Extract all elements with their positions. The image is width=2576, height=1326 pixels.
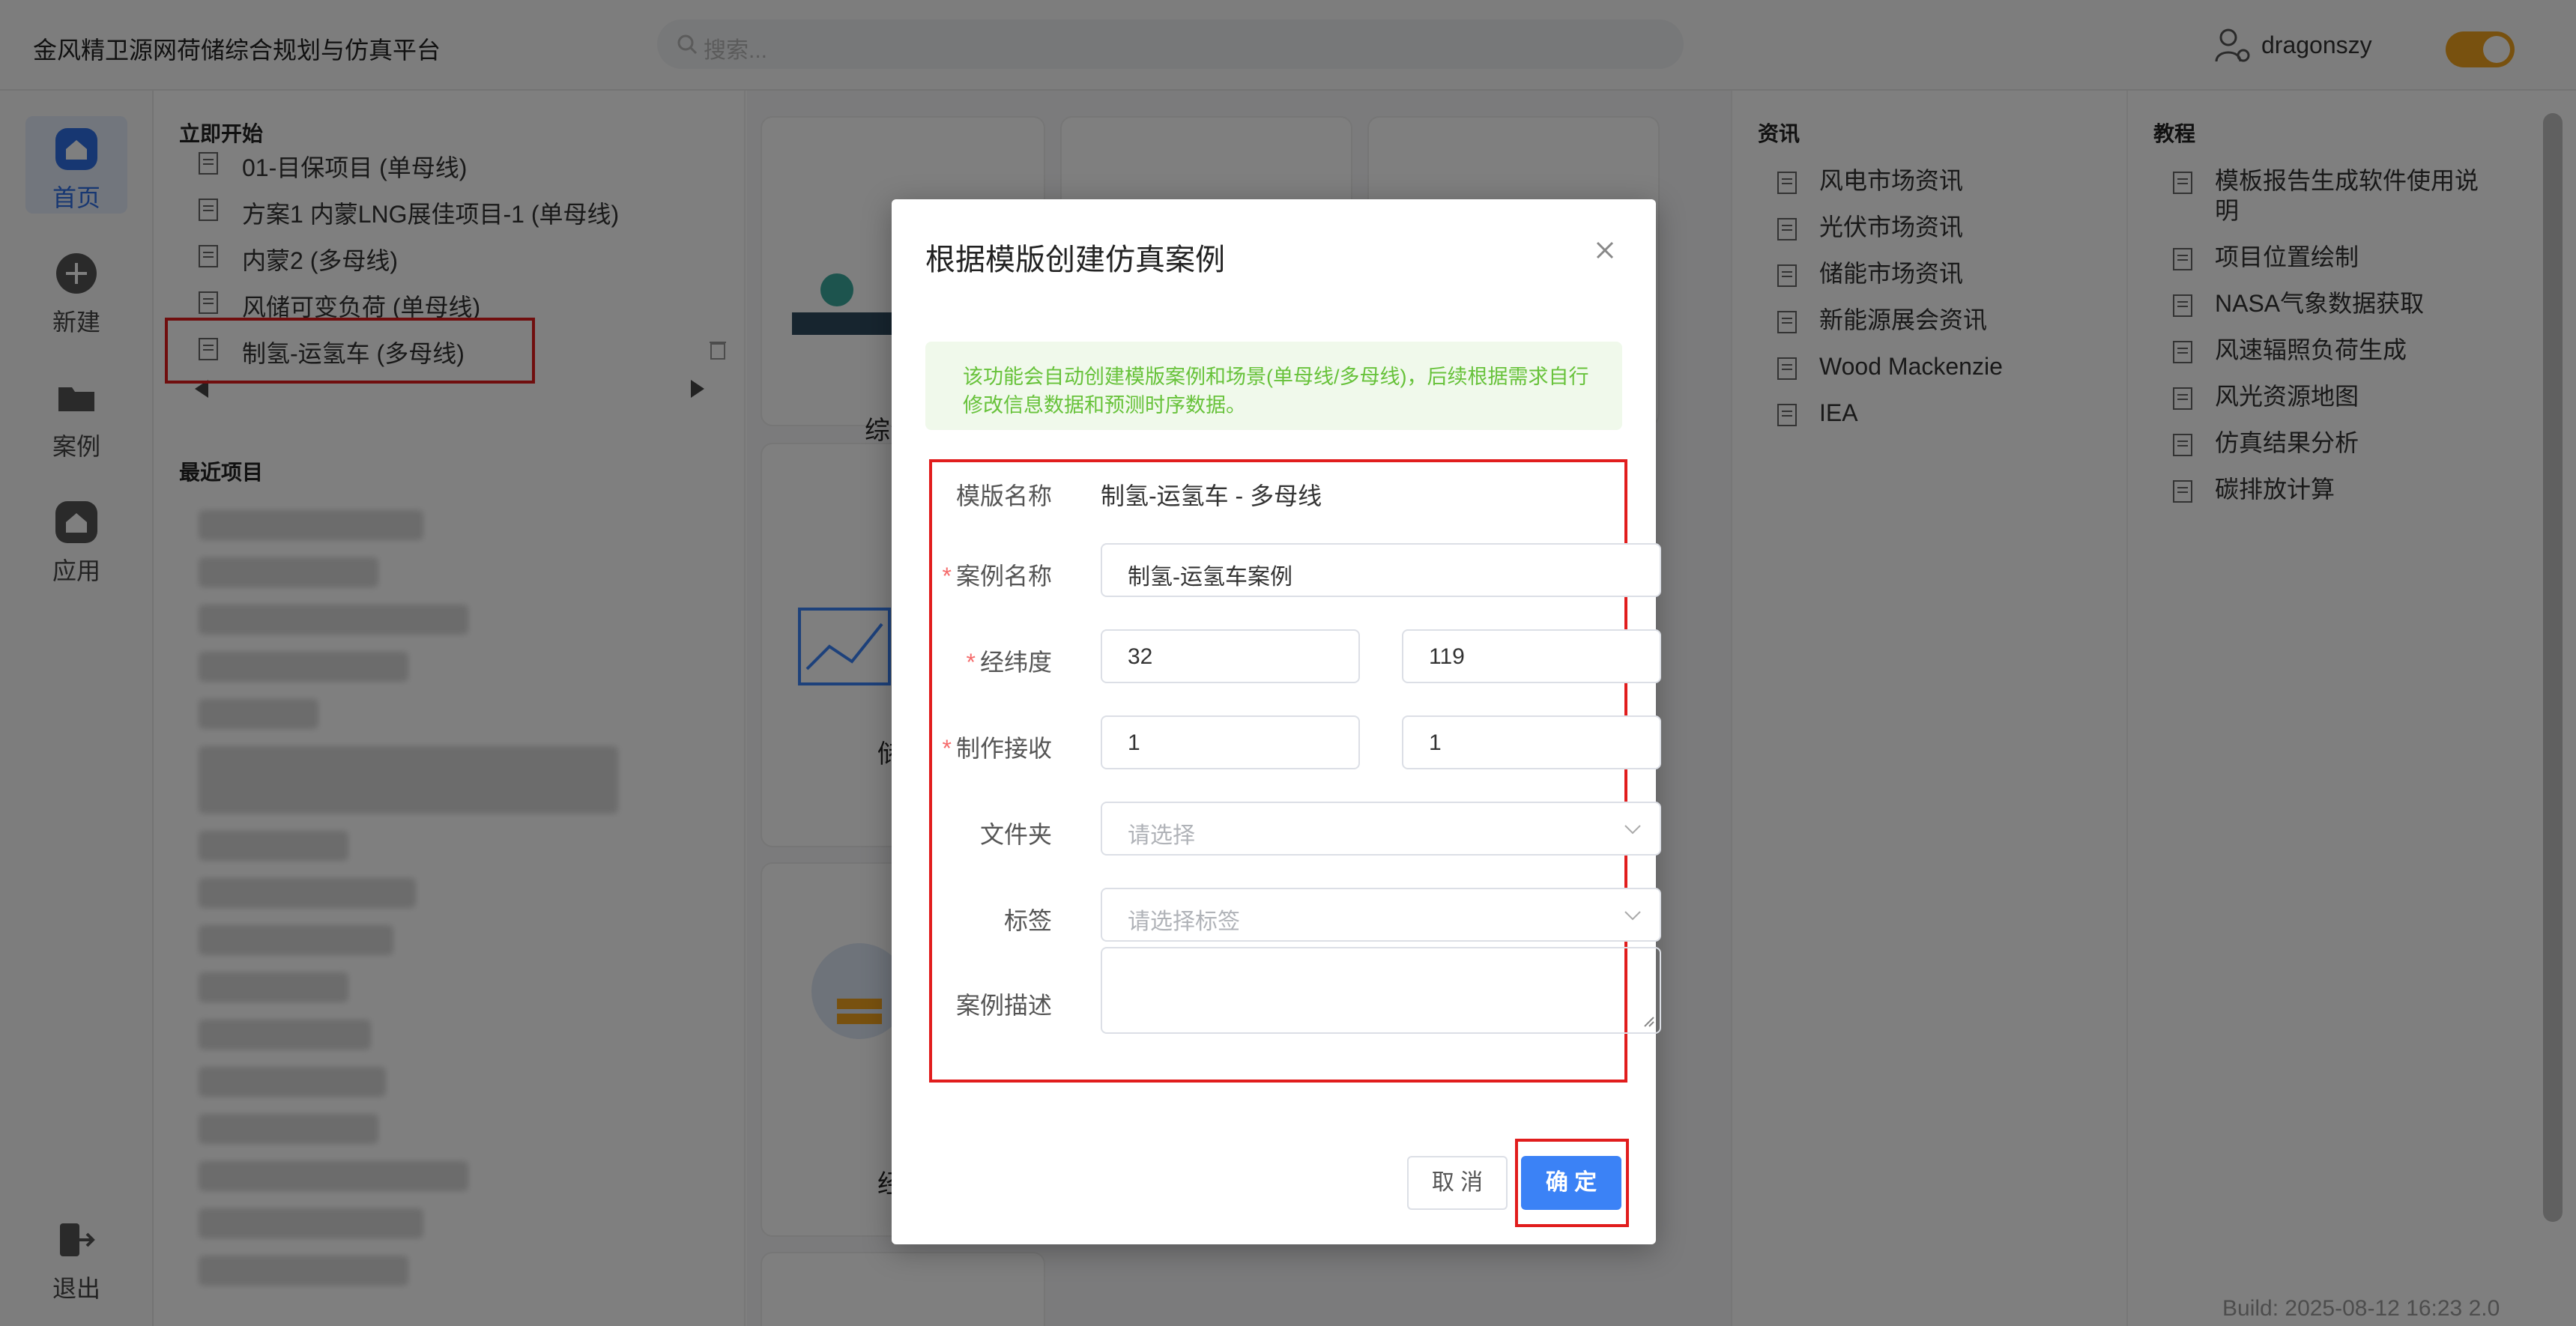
annotation-highlight — [1515, 1139, 1629, 1227]
chevron-down-icon — [1624, 825, 1641, 835]
create-case-dialog: 根据模版创建仿真案例 该功能会自动创建模版案例和场景(单母线/多母线)，后续根据… — [892, 199, 1661, 1244]
recv-a-input[interactable]: 1 — [1101, 715, 1360, 769]
chevron-down-icon — [1624, 911, 1641, 921]
case-name-label: * 案例名称 — [942, 563, 1052, 590]
longitude-input[interactable]: 119 — [1402, 629, 1661, 683]
cancel-button[interactable]: 取 消 — [1407, 1156, 1508, 1210]
required-mark: * — [942, 735, 952, 762]
alert-text: 该功能会自动创建模版案例和场景(单母线/多母线)，后续根据需求自行修改信息数据和… — [963, 366, 1589, 417]
form-area: 模版名称 制氢-运氢车 - 多母线 * 案例名称 制氢-运氢车案例 * 经纬度 32… — [929, 459, 1661, 1083]
template-name-label: 模版名称 — [955, 482, 1052, 509]
tags-label: 标签 — [1003, 907, 1052, 934]
resize-grip-icon[interactable] — [1642, 1014, 1655, 1028]
folder-label: 文件夹 — [979, 821, 1052, 848]
desc-label: 案例描述 — [955, 992, 1052, 1019]
desc-textarea[interactable] — [1101, 947, 1661, 1034]
case-name-input[interactable]: 制氢-运氢车案例 — [1101, 543, 1661, 597]
required-mark: * — [942, 563, 952, 590]
template-name-value: 制氢-运氢车 - 多母线 — [1101, 482, 1322, 509]
tags-select[interactable]: 请选择标签 — [1101, 888, 1661, 942]
info-alert: 该功能会自动创建模版案例和场景(单母线/多母线)，后续根据需求自行修改信息数据和… — [925, 342, 1622, 430]
folder-select[interactable]: 请选择 — [1101, 802, 1661, 856]
required-mark: * — [966, 649, 976, 676]
recv-label: * 制作接收 — [942, 735, 1052, 762]
recv-b-input[interactable]: 1 — [1402, 715, 1661, 769]
dialog-title: 根据模版创建仿真案例 — [925, 243, 1225, 276]
latitude-input[interactable]: 32 — [1101, 629, 1360, 683]
latlon-label: * 经纬度 — [966, 649, 1052, 676]
close-icon[interactable] — [1588, 234, 1621, 267]
